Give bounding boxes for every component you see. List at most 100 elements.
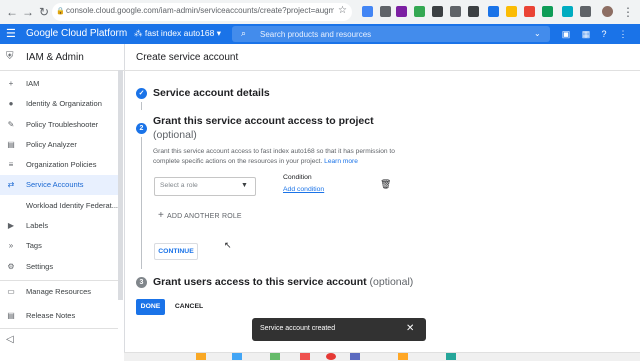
sidebar-scrollbar[interactable] — [118, 70, 123, 300]
snackbar-message: Service account created — [260, 325, 336, 332]
extension-icon[interactable] — [450, 6, 461, 17]
more-menu-icon[interactable]: ⋮ — [620, 4, 636, 20]
extension-puzzle-icon[interactable] — [580, 6, 591, 17]
service-account-icon: ⇄ — [7, 180, 15, 189]
sidebar-item-label: Manage Resources — [26, 287, 92, 296]
help-icon[interactable]: ? — [598, 28, 610, 40]
document-search-icon: ▤ — [7, 140, 15, 149]
taskbar-app-icon[interactable] — [300, 353, 310, 360]
address-bar[interactable]: 🔒 console.cloud.google.com/iam-admin/ser… — [52, 3, 352, 21]
sidebar-item-identity[interactable]: ● Identity & Organization — [0, 94, 118, 114]
wrench-icon: ✎ — [7, 120, 15, 129]
apps-icon[interactable]: ▦ — [580, 28, 592, 40]
sidebar-item-label: IAM — [26, 79, 40, 88]
sidebar-item-label: Policy Analyzer — [26, 140, 77, 149]
taskbar-app-icon[interactable] — [196, 353, 206, 360]
taskbar-app-icon[interactable] — [232, 353, 242, 360]
extension-icon[interactable] — [562, 6, 573, 17]
taskbar-app-icon[interactable] — [398, 353, 408, 360]
sidebar-item-workload-identity[interactable]: Workload Identity Federat... — [0, 196, 118, 216]
step1-title[interactable]: Service account details — [153, 87, 270, 99]
brand-name[interactable]: Google Cloud Platform — [26, 28, 127, 39]
extension-icon[interactable] — [506, 6, 517, 17]
step3-title-text: Grant users access to this service accou… — [153, 276, 367, 288]
delete-role-icon[interactable]: 🗑 — [380, 179, 391, 190]
step2-number: 2 — [136, 123, 147, 134]
condition-label: Condition — [283, 174, 312, 181]
account-circle-icon: ● — [8, 99, 14, 108]
sidebar-item-policy-troubleshooter[interactable]: ✎ Policy Troubleshooter — [0, 115, 118, 135]
step2-description-text: Grant this service account access to fas… — [153, 148, 395, 165]
sidebar-item-tags[interactable]: » Tags — [0, 236, 118, 256]
folder-icon: ▭ — [7, 287, 15, 296]
step-complete-check-icon: ✓ — [136, 88, 147, 99]
sidebar-item-release-notes[interactable]: ▤ Release Notes — [0, 306, 118, 326]
extension-icon[interactable] — [468, 6, 479, 17]
close-icon[interactable]: ✕ — [406, 323, 414, 334]
extension-icon[interactable] — [542, 6, 553, 17]
gear-icon: ⚙ — [7, 262, 15, 271]
extension-icon[interactable] — [380, 6, 391, 17]
dropdown-arrow-icon: ▼ — [241, 182, 248, 189]
url-text: console.cloud.google.com/iam-admin/servi… — [66, 6, 334, 15]
list-icon: ≡ — [8, 160, 14, 169]
console-header: ☰ Google Cloud Platform ⁂ fast index aut… — [0, 24, 640, 44]
cancel-button[interactable]: CANCEL — [172, 299, 206, 315]
reload-icon[interactable]: ↻ — [36, 4, 52, 20]
chevron-down-icon[interactable]: ⌄ — [534, 29, 541, 38]
done-button[interactable]: DONE — [136, 299, 165, 315]
notes-icon: ▤ — [7, 311, 15, 320]
sidebar-item-labels[interactable]: ▶ Labels — [0, 216, 118, 236]
person-add-icon: + — [8, 79, 14, 88]
role-select[interactable]: Select a role ▼ — [154, 177, 256, 196]
sidebar-divider — [0, 328, 118, 329]
continue-button[interactable]: CONTINUE — [154, 243, 198, 260]
search-placeholder: Search products and resources — [260, 30, 372, 39]
add-another-role-label: ADD ANOTHER ROLE — [167, 213, 242, 220]
more-vert-icon[interactable]: ⋮ — [617, 28, 629, 40]
sidebar-divider — [0, 280, 118, 281]
shield-icon: ⛨ — [6, 51, 14, 62]
taskbar-app-icon[interactable] — [326, 353, 336, 360]
taskbar-app-icon[interactable] — [446, 353, 456, 360]
extension-icon[interactable] — [414, 6, 425, 17]
page-title: Create service account — [136, 52, 239, 63]
label-icon: ▶ — [7, 221, 15, 230]
sidebar-item-label: Service Accounts — [26, 180, 84, 189]
taskbar-app-icon[interactable] — [270, 353, 280, 360]
step-connector — [141, 137, 142, 269]
sidebar-item-settings[interactable]: ⚙ Settings — [0, 257, 118, 277]
add-condition-link[interactable]: Add condition — [283, 186, 324, 193]
extension-translate-icon[interactable] — [362, 6, 373, 17]
project-picker[interactable]: ⁂ fast index auto168 ▾ — [134, 28, 221, 39]
role-select-placeholder: Select a role — [160, 182, 198, 189]
sidebar-item-iam[interactable]: + IAM — [0, 74, 118, 94]
hamburger-menu-icon[interactable]: ☰ — [6, 27, 16, 40]
taskbar-app-icon[interactable] — [350, 353, 360, 360]
sidebar-item-org-policies[interactable]: ≡ Organization Policies — [0, 155, 118, 175]
extension-icon[interactable] — [488, 6, 499, 17]
bookmark-star-icon[interactable]: ☆ — [338, 5, 347, 16]
sidebar-item-policy-analyzer[interactable]: ▤ Policy Analyzer — [0, 135, 118, 155]
sidebar-item-label: Policy Troubleshooter — [26, 120, 99, 129]
snackbar: Service account created ✕ — [252, 318, 426, 341]
sidebar-item-service-accounts[interactable]: ⇄ Service Accounts — [0, 175, 118, 195]
chevron-down-icon: ▾ — [214, 28, 221, 38]
sidebar-item-label: Release Notes — [26, 311, 76, 320]
title-divider — [124, 70, 640, 71]
search-input[interactable]: ⌕ Search products and resources ⌄ — [232, 26, 550, 42]
add-another-role-button[interactable]: + ADD ANOTHER ROLE — [158, 210, 242, 221]
extension-icon[interactable] — [524, 6, 535, 17]
collapse-sidebar-icon[interactable]: ◁ — [6, 334, 14, 345]
forward-icon[interactable]: → — [20, 4, 36, 20]
extension-icon[interactable] — [432, 6, 443, 17]
step3-title[interactable]: Grant users access to this service accou… — [153, 276, 413, 288]
lock-icon: 🔒 — [56, 8, 65, 15]
back-icon[interactable]: ← — [4, 4, 20, 20]
cloud-shell-icon[interactable]: ▣ — [560, 28, 572, 40]
extension-icon[interactable] — [396, 6, 407, 17]
learn-more-link[interactable]: Learn more — [324, 158, 358, 165]
avatar[interactable] — [602, 6, 613, 17]
sidebar-item-manage-resources[interactable]: ▭ Manage Resources — [0, 282, 118, 302]
step3-number: 3 — [136, 277, 147, 288]
